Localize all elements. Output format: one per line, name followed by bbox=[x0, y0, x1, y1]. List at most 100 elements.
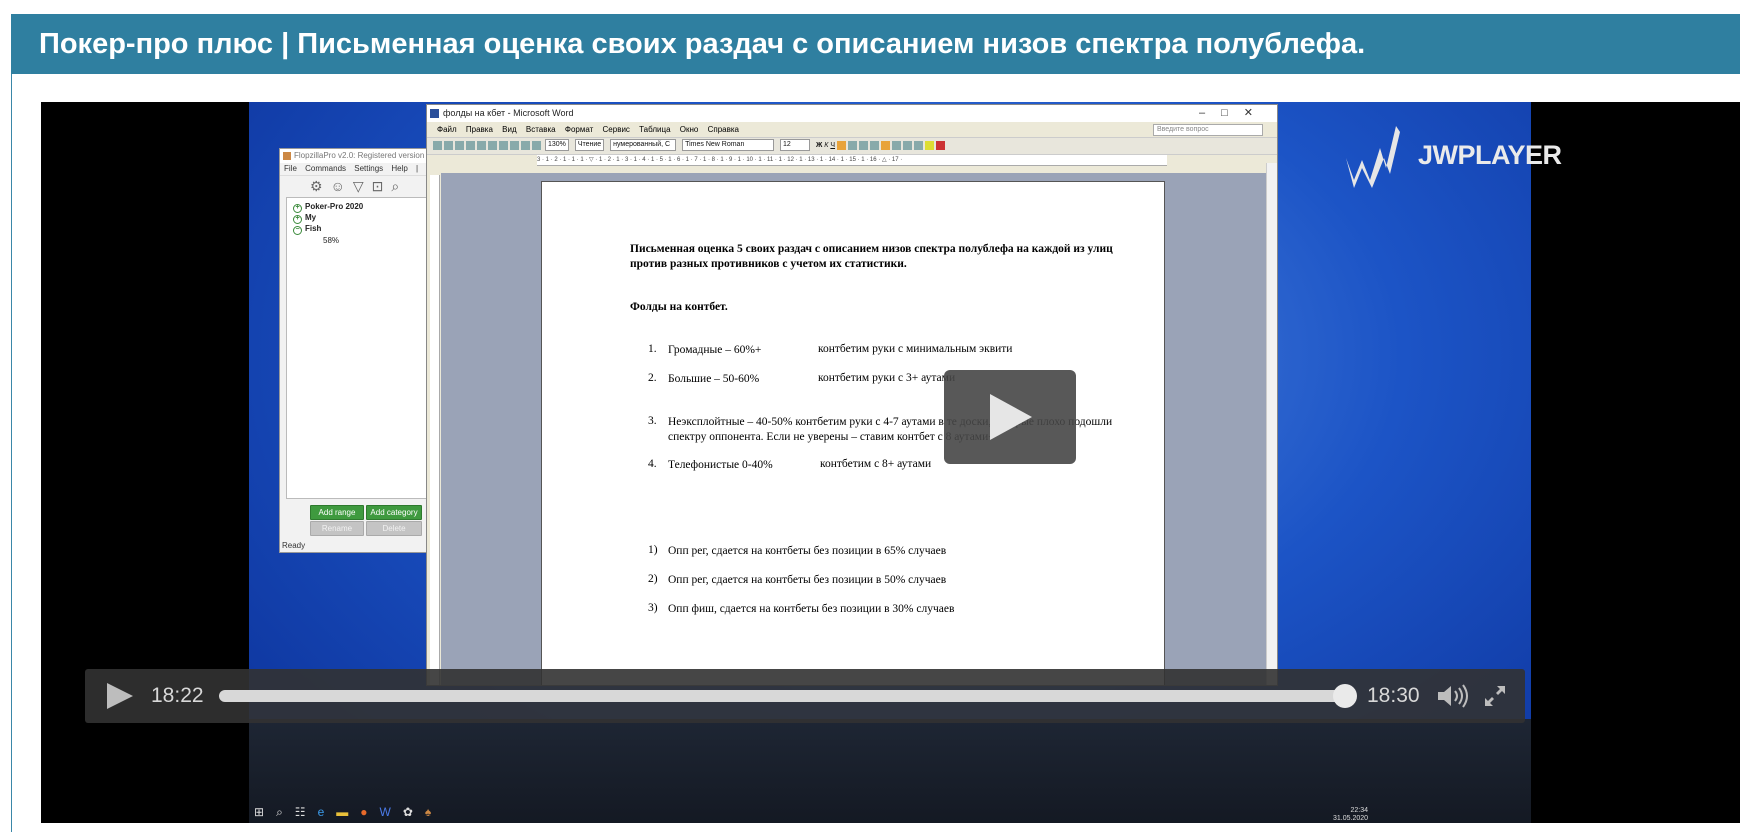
menu-help: Справка bbox=[707, 125, 739, 134]
word-menu: Файл Правка Вид Вставка Формат Сервис Та… bbox=[427, 122, 1277, 137]
flopzilla-taskbar-icon: ♠ bbox=[424, 805, 444, 819]
cut-icon bbox=[499, 140, 508, 150]
windows-icon: ⊞ bbox=[254, 805, 277, 819]
save-icon bbox=[455, 140, 464, 150]
player-controls: 18:22 18:30 bbox=[85, 669, 1525, 723]
jwplayer-logo-mark bbox=[1346, 126, 1400, 188]
indent-icon bbox=[902, 140, 912, 150]
add-category-button: Add category bbox=[366, 505, 422, 520]
word-toolbar: 130% Чтение нумерованный, С Times New Ro… bbox=[427, 137, 1277, 155]
firefox-icon: ● bbox=[360, 805, 380, 819]
font-select: Times New Roman bbox=[682, 139, 775, 152]
doc-heading: Письменная оценка 5 своих раздач с описа… bbox=[630, 243, 1113, 270]
list-item: Опп рег, сдается на контбеты без позиции… bbox=[668, 545, 947, 557]
font-size-select: 12 bbox=[780, 139, 811, 152]
delete-button: Delete bbox=[366, 521, 422, 536]
word-taskbar-icon: W bbox=[379, 805, 403, 819]
underline-icon: Ч bbox=[830, 142, 836, 149]
play-icon bbox=[990, 394, 1032, 440]
preview-icon bbox=[477, 140, 486, 150]
rename-button: Rename bbox=[310, 521, 364, 536]
taskbar-time: 22:34 bbox=[1350, 807, 1369, 814]
menu-edit: Правка bbox=[465, 125, 493, 134]
video-player[interactable]: FlopzillaPro v2.0: Registered version Fi… bbox=[41, 102, 1740, 823]
list-item: Опп рег, сдается на контбеты без позиции… bbox=[668, 574, 947, 586]
list-number: 3) bbox=[648, 602, 658, 614]
list-item-desc: контбетим с 8+ аутами bbox=[820, 458, 932, 470]
align-left-icon bbox=[836, 140, 846, 150]
tree-item: + My bbox=[293, 213, 316, 224]
fullscreen-icon[interactable] bbox=[1483, 684, 1507, 708]
doc-subheading: Фолды на контбет. bbox=[630, 301, 728, 313]
align-center-icon bbox=[847, 140, 857, 150]
play-button[interactable] bbox=[107, 683, 133, 709]
print-icon bbox=[466, 140, 475, 150]
font-color-icon bbox=[935, 140, 945, 150]
list-number: 2) bbox=[648, 573, 658, 585]
users-icon: ☺ bbox=[330, 178, 353, 194]
duration: 18:30 bbox=[1367, 684, 1420, 707]
menu-table: Таблица bbox=[639, 125, 671, 134]
bold-icon: Ж bbox=[815, 142, 823, 149]
word-scrollbar bbox=[1266, 163, 1277, 685]
style-select: нумерованный, С bbox=[610, 139, 677, 152]
new-doc-icon bbox=[433, 140, 442, 150]
italic-icon: К bbox=[824, 142, 829, 149]
search-icon: ⌕ bbox=[391, 178, 408, 194]
add-range-button: Add range bbox=[310, 505, 364, 520]
page-title: Покер-про плюс | Письменная оценка своих… bbox=[39, 28, 1366, 60]
undo-icon bbox=[532, 140, 541, 150]
taskbar-clock: 22:34 31.05.2020 bbox=[1333, 807, 1368, 823]
menu-view: Вид bbox=[502, 125, 517, 134]
menu-insert: Вставка bbox=[525, 125, 556, 134]
edge-icon: e bbox=[317, 805, 337, 819]
progress-handle[interactable] bbox=[1333, 684, 1357, 708]
app-icon: ✿ bbox=[402, 805, 425, 819]
page-header: Покер-про плюс | Письменная оценка своих… bbox=[11, 14, 1740, 74]
list-item-desc: контбетим руки с минимальным эквити bbox=[818, 343, 1013, 355]
vertical-ruler bbox=[430, 175, 440, 685]
menu-format: Формат bbox=[564, 125, 594, 134]
play-overlay-button[interactable] bbox=[944, 370, 1076, 464]
paste-icon bbox=[521, 140, 530, 150]
progress-bar[interactable] bbox=[219, 690, 1345, 702]
jwplayer-wordmark: JWPLAYER bbox=[1418, 140, 1562, 170]
list-number: 4. bbox=[648, 458, 657, 470]
document-area: Письменная оценка 5 своих раздач с описа… bbox=[441, 173, 1267, 685]
filter-icon: ▽ bbox=[352, 178, 372, 194]
menu-file: Файл bbox=[437, 125, 457, 134]
ask-question-field: Введите вопрос bbox=[1153, 124, 1263, 136]
taskview-icon: ☷ bbox=[294, 805, 318, 819]
jwplayer-logo: JWPLAYER bbox=[1340, 118, 1562, 188]
flopzilla-title: FlopzillaPro v2.0: Registered version bbox=[294, 151, 425, 160]
justify-icon bbox=[869, 140, 879, 150]
zoom-select: 130% bbox=[544, 139, 569, 152]
word-window: фолды на кбет - Microsoft Word –□✕ Файл … bbox=[426, 104, 1278, 686]
reading-button: Чтение bbox=[574, 139, 605, 152]
range-tree: + Poker-Pro 2020 + My − Fish 58% bbox=[286, 197, 446, 499]
tree-item: + Poker-Pro 2020 bbox=[293, 202, 363, 213]
open-icon bbox=[444, 140, 453, 150]
spell-icon bbox=[488, 140, 497, 150]
list-number: 2. bbox=[648, 372, 657, 384]
flopzilla-menu: File Commands Settings Help | GTO bbox=[280, 163, 450, 176]
word-app-icon bbox=[430, 109, 439, 118]
highlight-icon bbox=[924, 140, 934, 150]
current-time: 18:22 bbox=[151, 684, 204, 707]
volume-icon[interactable] bbox=[1436, 684, 1470, 708]
list-number: 1) bbox=[648, 544, 658, 556]
copy-icon bbox=[510, 140, 519, 150]
list-item-desc: контбетим руки с 3+ аутами bbox=[818, 372, 956, 384]
tree-item: − Fish bbox=[293, 224, 321, 235]
flopzilla-status: Ready bbox=[282, 541, 306, 550]
horizontal-ruler: 3 · 1 · 2 · 1 · 1 · 1 · ▽ · 1 · 2 · 1 · … bbox=[537, 155, 1167, 166]
menu-tools: Сервис bbox=[602, 125, 630, 134]
border-icon bbox=[913, 140, 923, 150]
flopzilla-app-icon bbox=[283, 152, 291, 160]
list-item: Опп фиш, сдается на контбеты без позиции… bbox=[668, 603, 955, 615]
folder-icon: ▬ bbox=[336, 805, 361, 819]
tree-subitem: 58% bbox=[323, 236, 340, 245]
gear-icon: ⚙ bbox=[310, 178, 331, 194]
expand-icon: ⊡ bbox=[371, 178, 392, 194]
align-right-icon bbox=[858, 140, 868, 150]
